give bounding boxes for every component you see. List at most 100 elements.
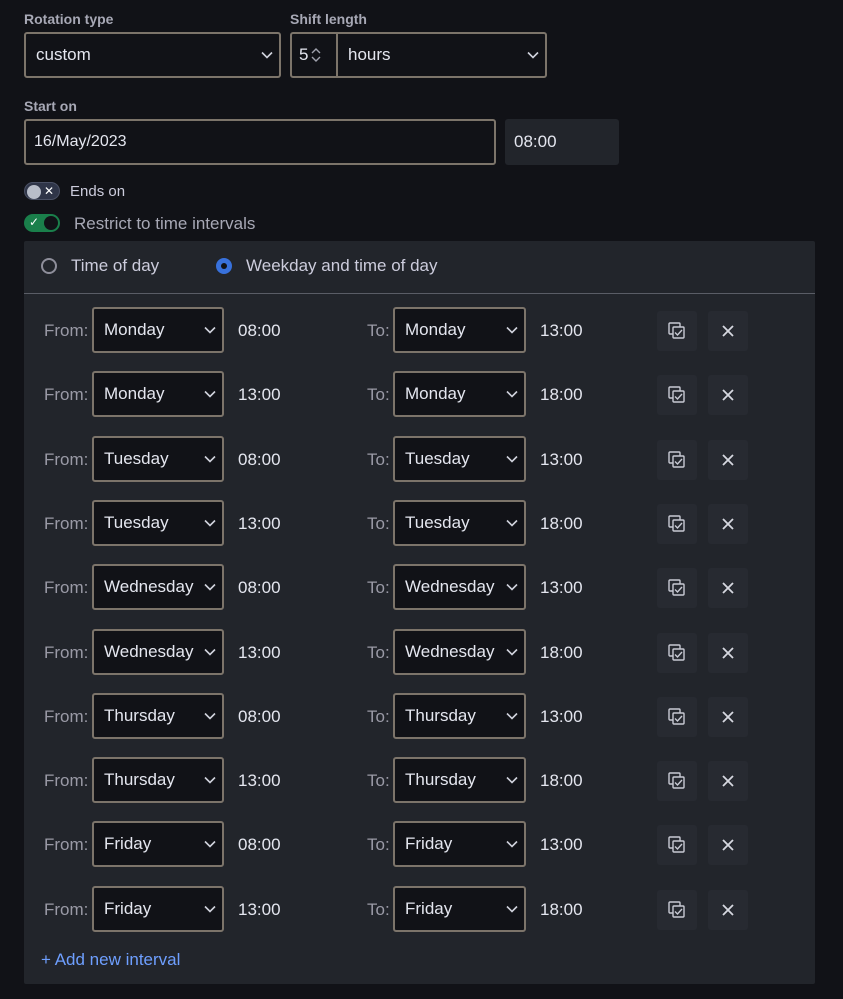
stepper-arrows-icon[interactable] [311,48,321,62]
copy-icon[interactable] [657,311,697,351]
from-time-value[interactable]: 13:00 [238,900,281,920]
copy-icon[interactable] [657,439,697,480]
from-day-select[interactable]: Wednesday [92,628,224,675]
chevron-down-icon [198,583,222,591]
close-icon[interactable] [708,825,748,866]
to-time-value[interactable]: 13:00 [540,707,583,727]
to-day-select[interactable]: Thursday [393,757,526,804]
from-label: From: [44,835,89,855]
to-day-select[interactable]: Monday [393,371,526,418]
close-icon[interactable] [708,568,748,609]
from-day-select[interactable]: Monday [92,307,224,353]
from-time-value[interactable]: 13:00 [238,771,281,791]
copy-icon[interactable] [657,375,697,416]
radio-time-of-day[interactable]: Time of day [41,256,159,276]
copy-icon[interactable] [657,568,697,609]
radio-circle-icon [41,258,57,274]
from-day-value: Wednesday [104,577,194,597]
close-icon[interactable] [708,503,748,544]
to-day-select[interactable]: Tuesday [393,499,526,546]
from-time-value[interactable]: 08:00 [238,321,281,341]
radio-weekday-time[interactable]: Weekday and time of day [216,256,438,276]
start-time-input[interactable]: 08:00 [505,119,619,165]
copy-icon[interactable] [657,889,697,930]
interval-row: From: Thursday 08:00 To: Thursday 13:00 [24,692,816,741]
to-day-select[interactable]: Wednesday [393,564,526,611]
from-day-select[interactable]: Tuesday [92,435,224,482]
to-time-value[interactable]: 18:00 [540,643,583,663]
to-time-value[interactable]: 18:00 [540,514,583,534]
start-on-label: Start on [24,98,77,114]
check-icon: ✓ [29,215,40,229]
to-time-value[interactable]: 18:00 [540,771,583,791]
restrict-toggle[interactable]: ✓ [24,214,60,232]
close-icon[interactable] [708,439,748,480]
copy-icon[interactable] [657,503,697,544]
to-time-value[interactable]: 18:00 [540,900,583,920]
to-time-value[interactable]: 13:00 [540,578,583,598]
from-day-select[interactable]: Wednesday [92,564,224,611]
from-day-select[interactable]: Thursday [92,757,224,804]
from-label: From: [44,449,89,469]
from-day-select[interactable]: Monday [92,371,224,418]
to-day-select[interactable]: Friday [393,821,526,868]
from-time-value[interactable]: 08:00 [238,450,281,470]
from-day-select[interactable]: Friday [92,821,224,868]
to-time-value[interactable]: 13:00 [540,450,583,470]
chevron-down-icon [255,51,279,59]
from-time-value[interactable]: 08:00 [238,578,281,598]
from-day-select[interactable]: Thursday [92,692,224,739]
chevron-down-icon [500,776,524,784]
from-label: From: [44,385,89,405]
to-time-value[interactable]: 13:00 [540,321,583,341]
copy-icon[interactable] [657,632,697,673]
close-icon[interactable] [708,761,748,802]
to-day-select[interactable]: Friday [393,885,526,932]
from-time-value[interactable]: 13:00 [238,514,281,534]
from-day-value: Monday [104,320,165,339]
shift-unit-select[interactable]: hours [336,32,547,78]
interval-row: From: Monday 08:00 To: Monday 13:00 [24,307,816,355]
interval-row: From: Friday 08:00 To: Friday 13:00 [24,821,816,869]
to-label: To: [367,321,390,340]
to-time-value[interactable]: 13:00 [540,835,583,855]
copy-icon[interactable] [657,761,697,802]
ends-on-toggle[interactable]: ✕ [24,182,60,200]
add-interval-link[interactable]: + Add new interval [41,950,180,970]
from-time-value[interactable]: 13:00 [238,643,281,663]
to-day-value: Monday [405,384,466,404]
close-icon[interactable] [708,696,748,737]
rotation-type-select[interactable]: custom [24,32,281,78]
to-day-select[interactable]: Wednesday [393,628,526,675]
to-time-value[interactable]: 18:00 [540,385,583,405]
to-label: To: [367,642,390,662]
to-day-select[interactable]: Tuesday [393,435,526,482]
panel-divider [24,293,815,294]
close-icon[interactable] [708,889,748,930]
start-date-value: 16/May/2023 [34,133,127,150]
from-day-value: Monday [104,384,165,404]
to-day-select[interactable]: Thursday [393,692,526,739]
radio-weekday-time-label: Weekday and time of day [246,256,438,275]
chevron-down-icon [500,519,524,527]
interval-row: From: Monday 13:00 To: Monday 18:00 [24,371,816,419]
start-date-input[interactable]: 16/May/2023 [24,119,496,165]
chevron-down-icon [500,390,524,398]
from-time-value[interactable]: 13:00 [238,385,281,405]
x-mark-icon: ✕ [44,184,55,198]
from-time-value[interactable]: 08:00 [238,707,281,727]
chevron-down-icon [500,712,524,720]
close-icon[interactable] [708,375,748,416]
chevron-down-icon [198,326,222,334]
from-day-select[interactable]: Friday [92,885,224,932]
shift-length-stepper[interactable]: 5 [290,32,338,78]
from-day-select[interactable]: Tuesday [92,499,224,546]
from-time-value[interactable]: 08:00 [238,835,281,855]
close-icon[interactable] [708,311,748,351]
copy-icon[interactable] [657,825,697,866]
copy-icon[interactable] [657,696,697,737]
to-label: To: [367,513,390,533]
to-day-value: Thursday [405,770,476,790]
close-icon[interactable] [708,632,748,673]
to-day-select[interactable]: Monday [393,307,526,353]
